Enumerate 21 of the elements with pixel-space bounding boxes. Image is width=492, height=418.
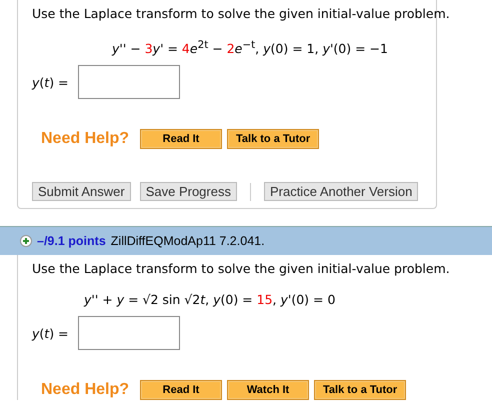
points-text: –/9.1 points [37,234,106,248]
help-button[interactable]: Read It [140,380,222,400]
answer-field[interactable] [78,65,180,100]
action-button[interactable]: Practice Another Version [264,182,418,202]
question-text: Use the Laplace transform to solve the given initial-value problem. [32,261,450,278]
answer-label: y(t) = [32,326,70,341]
equation: y'' − 3y' = 4e$^{2t}$ − 2e$^{−t}$, y(0) = 1, y'(0) = −1 [112,38,388,58]
action-button[interactable]: Submit Answer [32,182,131,202]
help-button[interactable]: Talk to a Tutor [227,129,320,150]
answer-label: y(t) = [32,74,70,90]
answer-field[interactable] [78,316,180,350]
help-button[interactable]: Watch It [227,380,310,400]
help-button[interactable]: Talk to a Tutor [314,380,406,400]
need-help-label: Need Help? [41,130,130,148]
equation: y'' + y = √2 sin √2t, y(0) = 15, y'(0) = 0 [84,292,336,308]
problem-source: ZillDiffEQModAp11 7.2.041. [110,234,265,248]
action-button[interactable]: Save Progress [140,182,237,202]
help-button[interactable]: Read It [140,129,222,150]
question-text: Use the Laplace transform to solve the given initial-value problem. [32,6,450,22]
expand-icon[interactable] [20,235,32,248]
need-help-label: Need Help? [41,381,130,400]
